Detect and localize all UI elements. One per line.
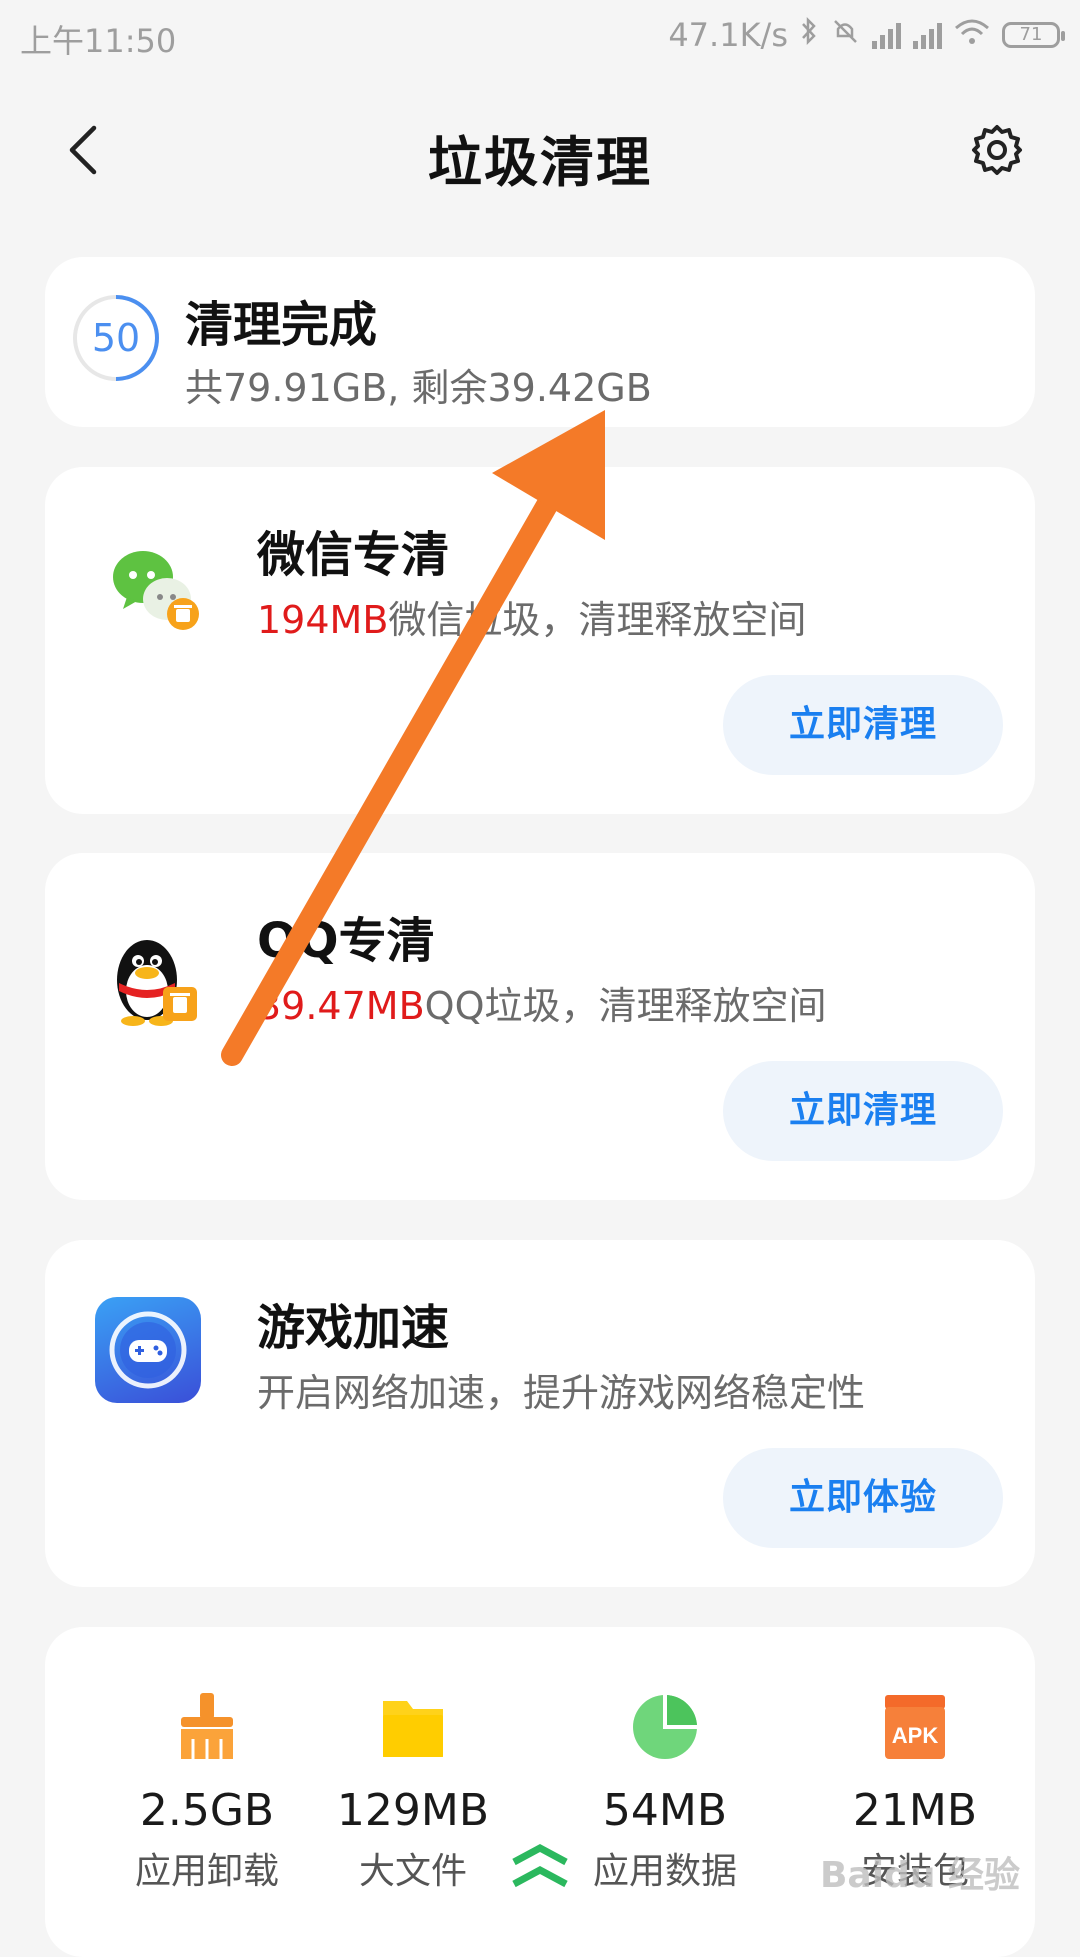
arrow-icon <box>221 410 605 1066</box>
watermark: Baidu 经验 <box>819 1855 1020 1896</box>
tutorial-arrow-overlay <box>221 410 605 1066</box>
